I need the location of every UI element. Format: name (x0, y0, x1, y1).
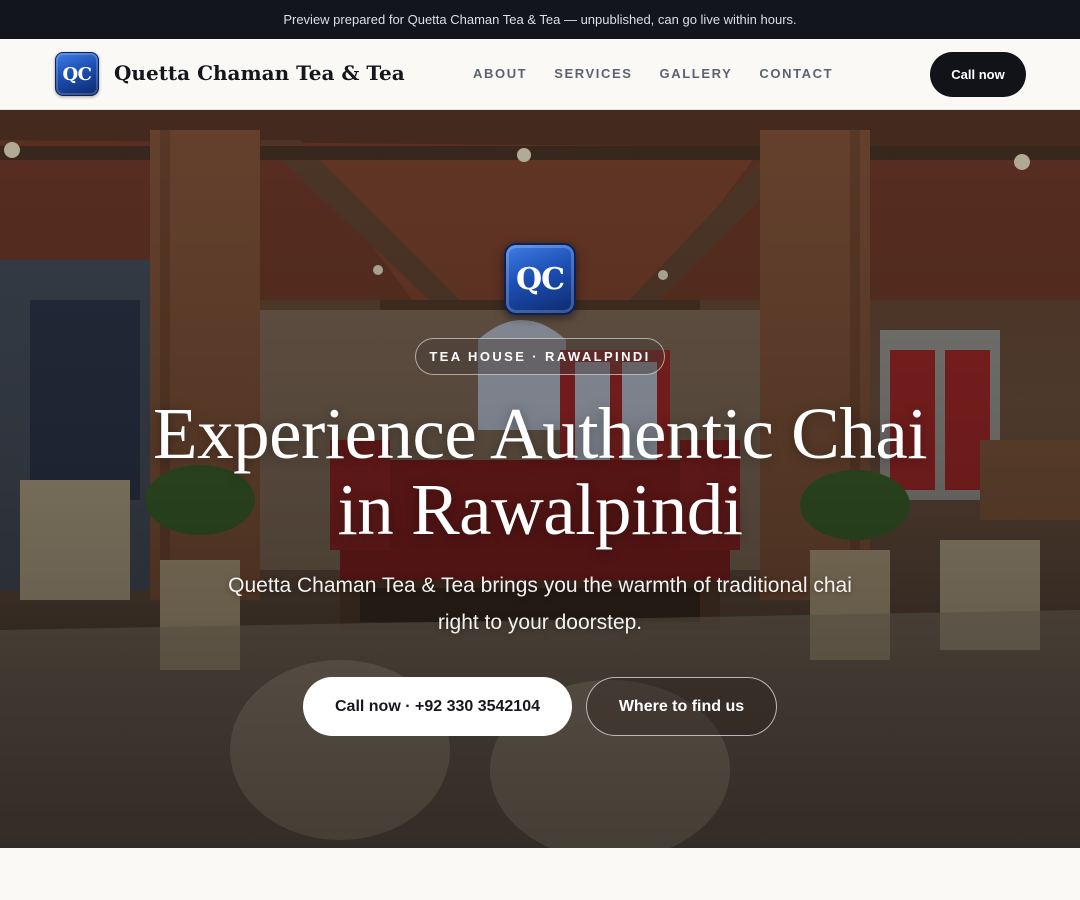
next-section (0, 848, 1080, 900)
qc-logo-icon: QC (504, 243, 576, 315)
hero-section: QC TEA HOUSE · RAWALPINDI Experience Aut… (0, 110, 1080, 848)
call-now-button[interactable]: Call now (930, 52, 1026, 97)
hero-title-line1: Experience Authentic Chai (153, 393, 928, 474)
nav-link-about[interactable]: ABOUT (473, 66, 527, 81)
site-header: QC Quetta Chaman Tea & Tea ABOUT SERVICE… (0, 39, 1080, 110)
find-us-button[interactable]: Where to find us (586, 677, 777, 736)
nav-link-gallery[interactable]: GALLERY (660, 66, 733, 81)
hero-title-line2: in Rawalpindi (337, 469, 743, 550)
hero-subtitle: Quetta Chaman Tea & Tea brings you the w… (228, 574, 852, 634)
call-phone-button[interactable]: Call now · +92 330 3542104 (303, 677, 572, 736)
main-nav: ABOUT SERVICES GALLERY CONTACT (473, 66, 833, 81)
nav-link-services[interactable]: SERVICES (554, 66, 632, 81)
hero-eyebrow-badge: TEA HOUSE · RAWALPINDI (415, 338, 665, 375)
hero-title: Experience Authentic Chai in Rawalpindi (90, 396, 990, 548)
announcement-text: Preview prepared for Quetta Chaman Tea &… (283, 12, 797, 27)
announcement-bar: Preview prepared for Quetta Chaman Tea &… (0, 0, 1080, 39)
brand-name[interactable]: Quetta Chaman Tea & Tea (114, 61, 405, 85)
logo-text: QC (62, 63, 92, 85)
qc-logo-icon[interactable]: QC (55, 52, 99, 96)
nav-link-contact[interactable]: CONTACT (759, 66, 833, 81)
hero-logo-text: QC (515, 261, 565, 297)
